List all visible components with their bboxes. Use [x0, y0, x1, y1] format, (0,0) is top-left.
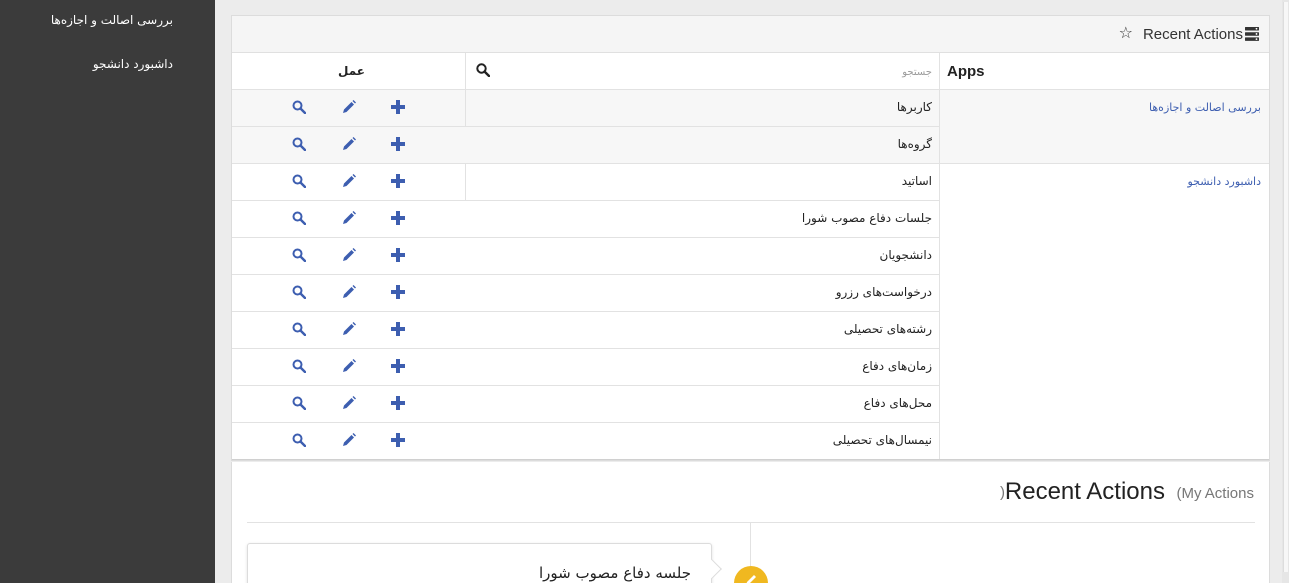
search-input[interactable]: [500, 63, 932, 81]
scrollbar[interactable]: [1282, 0, 1289, 583]
scrollbar-thumb[interactable]: [1283, 2, 1288, 572]
plus-icon[interactable]: [391, 285, 405, 299]
magnifier-icon[interactable]: [292, 396, 306, 410]
magnifier-icon[interactable]: [292, 137, 306, 151]
action-column-header: عمل: [338, 64, 365, 78]
plus-icon[interactable]: [391, 100, 405, 114]
plus-icon[interactable]: [391, 322, 405, 336]
model-defense-times[interactable]: زمان‌های دفاع: [862, 359, 932, 373]
magnifier-icon[interactable]: [292, 285, 306, 299]
star-icon[interactable]: ☆: [1119, 23, 1133, 42]
magnifier-icon[interactable]: [292, 433, 306, 447]
pencil-badge-icon: [734, 566, 768, 583]
models-panel: ☆ Recent Actions Apps عمل بررسی اصالت و …: [231, 15, 1270, 461]
app-link-student-dashboard[interactable]: داشبورد دانشجو: [1188, 175, 1262, 188]
sidebar: بررسی اصالت و اجازه‌ها داشبورد دانشجو: [0, 0, 215, 583]
pencil-icon[interactable]: [342, 100, 356, 114]
pencil-icon[interactable]: [342, 322, 356, 336]
magnifier-icon[interactable]: [292, 248, 306, 262]
app-link-originality[interactable]: بررسی اصالت و اجازه‌ها: [1149, 101, 1261, 114]
plus-icon[interactable]: [391, 248, 405, 262]
magnifier-icon[interactable]: [292, 100, 306, 114]
menu-icon: [1245, 27, 1259, 41]
plus-icon[interactable]: [391, 433, 405, 447]
panel-header: ☆ Recent Actions: [232, 16, 1269, 53]
pencil-icon[interactable]: [342, 433, 356, 447]
magnifier-icon[interactable]: [292, 211, 306, 225]
magnifier-icon[interactable]: [292, 322, 306, 336]
apps-column-header: Apps: [947, 63, 985, 80]
recent-action-text[interactable]: جلسه دفاع مصوب شورا: [539, 564, 691, 582]
magnifier-icon[interactable]: [292, 174, 306, 188]
pencil-icon[interactable]: [342, 285, 356, 299]
model-groups[interactable]: گروه‌ها: [898, 137, 932, 151]
model-semesters[interactable]: نیمسال‌های تحصیلی: [833, 433, 932, 447]
model-reservation-requests[interactable]: درخواست‌های رزرو: [836, 285, 932, 299]
recent-action-card[interactable]: جلسه دفاع مصوب شورا: [247, 543, 712, 583]
model-defense-locations[interactable]: محل‌های دفاع: [864, 396, 932, 410]
plus-icon[interactable]: [391, 137, 405, 151]
model-users[interactable]: کاربرها: [897, 100, 932, 114]
plus-icon[interactable]: [391, 396, 405, 410]
pencil-icon[interactable]: [342, 211, 356, 225]
pencil-icon[interactable]: [342, 248, 356, 262]
plus-icon[interactable]: [391, 359, 405, 373]
recent-actions-section: ) Recent Actions (My Actions جلسه دفاع م…: [231, 462, 1270, 583]
model-students[interactable]: دانشجویان: [880, 248, 932, 262]
pencil-icon[interactable]: [342, 359, 356, 373]
recent-actions-subtitle: (My Actions: [1176, 485, 1254, 502]
plus-icon[interactable]: [391, 211, 405, 225]
model-defense-sessions[interactable]: جلسات دفاع مصوب شورا: [802, 211, 932, 225]
search-icon[interactable]: [476, 63, 490, 77]
plus-icon[interactable]: [391, 174, 405, 188]
model-professors[interactable]: اساتید: [902, 174, 932, 188]
pencil-icon[interactable]: [342, 137, 356, 151]
pencil-icon[interactable]: [342, 396, 356, 410]
recent-actions-title: Recent Actions: [1004, 478, 1165, 505]
magnifier-icon[interactable]: [292, 359, 306, 373]
sidebar-item-student-dashboard[interactable]: داشبورد دانشجو: [93, 57, 173, 71]
pencil-icon[interactable]: [342, 174, 356, 188]
sidebar-item-originality[interactable]: بررسی اصالت و اجازه‌ها: [51, 13, 173, 27]
panel-title: Recent Actions: [1142, 26, 1243, 43]
model-fields-of-study[interactable]: رشته‌های تحصیلی: [844, 322, 932, 336]
